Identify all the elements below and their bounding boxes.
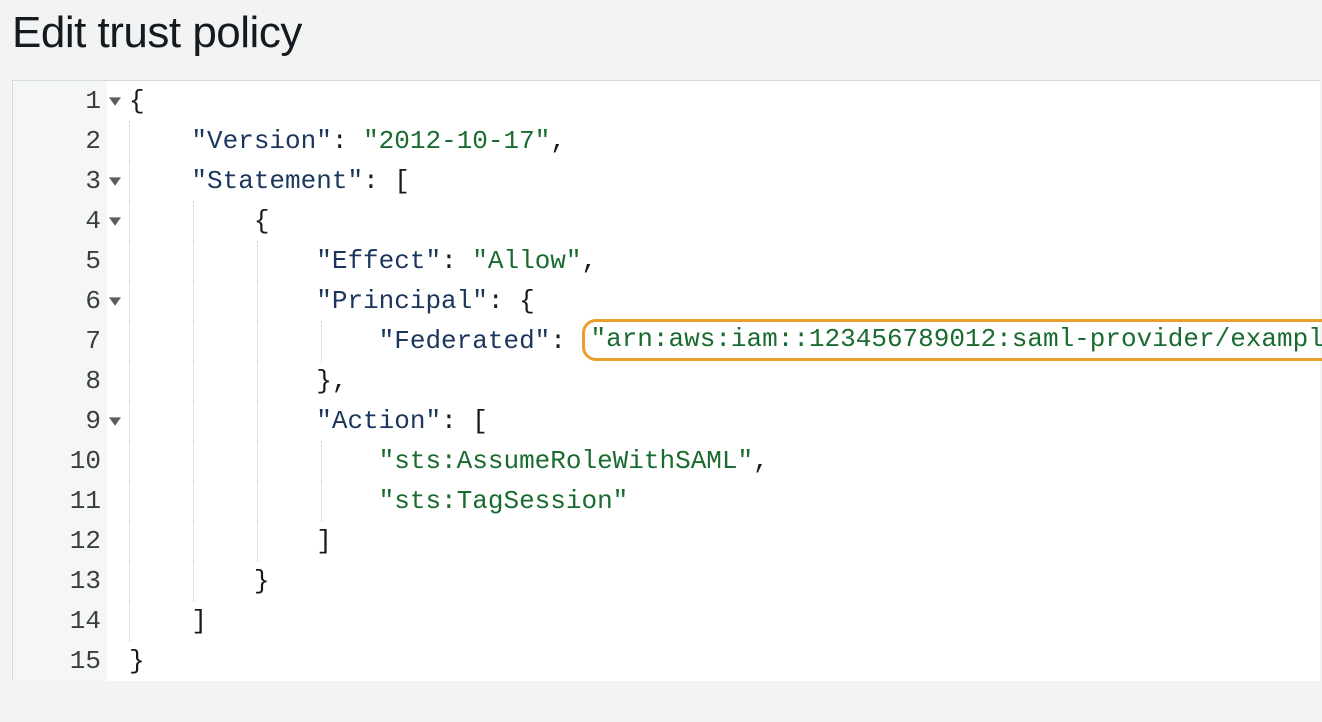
code-line[interactable]: 8 },: [13, 361, 1320, 401]
brace-close: }: [254, 566, 270, 596]
line-number: 9: [85, 401, 103, 441]
line-gutter: 4: [13, 201, 107, 241]
code-line[interactable]: 6 "Principal": {: [13, 281, 1320, 321]
code-content[interactable]: "Statement": [: [107, 161, 410, 201]
line-gutter: 13: [13, 561, 107, 601]
colon: :: [332, 126, 363, 156]
code-line[interactable]: 13 }: [13, 561, 1320, 601]
code-content[interactable]: }: [107, 641, 145, 681]
line-gutter: 14: [13, 601, 107, 641]
json-key: "Principal": [316, 286, 488, 316]
code-line[interactable]: 15 }: [13, 641, 1320, 681]
line-gutter: 6: [13, 281, 107, 321]
line-gutter: 5: [13, 241, 107, 281]
line-number: 10: [70, 441, 103, 481]
line-number: 2: [85, 121, 103, 161]
colon: :: [488, 286, 519, 316]
line-number: 4: [85, 201, 103, 241]
code-content[interactable]: "Action": [: [107, 401, 488, 441]
code-content[interactable]: {: [107, 81, 145, 121]
json-key: "Action": [316, 406, 441, 436]
line-number: 8: [85, 361, 103, 401]
line-number: 15: [70, 641, 103, 681]
line-number: 5: [85, 241, 103, 281]
code-line[interactable]: 12 ]: [13, 521, 1320, 561]
json-string: "Allow": [472, 246, 581, 276]
json-key: "Federated": [379, 326, 551, 356]
line-number: 11: [70, 481, 103, 521]
brace-open: {: [254, 206, 270, 236]
line-number: 6: [85, 281, 103, 321]
json-key: "Version": [191, 126, 331, 156]
line-number: 14: [70, 601, 103, 641]
json-string: "arn:aws:iam::123456789012:saml-provider…: [591, 324, 1322, 354]
line-gutter: 7: [13, 321, 107, 361]
json-string: "sts:TagSession": [379, 486, 629, 516]
code-line[interactable]: 7 "Federated": "arn:aws:iam::12345678901…: [13, 321, 1320, 361]
line-gutter: 2: [13, 121, 107, 161]
json-key: "Effect": [316, 246, 441, 276]
line-gutter: 10: [13, 441, 107, 481]
bracket-close: ]: [316, 526, 332, 556]
code-content[interactable]: "sts:TagSession": [107, 481, 628, 521]
colon: :: [550, 326, 581, 356]
code-content[interactable]: }: [107, 561, 269, 601]
brace-open: {: [519, 286, 535, 316]
colon: :: [441, 246, 472, 276]
colon: :: [363, 166, 394, 196]
code-line[interactable]: 4 {: [13, 201, 1320, 241]
code-content[interactable]: ]: [107, 521, 332, 561]
line-gutter: 8: [13, 361, 107, 401]
line-number: 12: [70, 521, 103, 561]
code-content[interactable]: "Federated": "arn:aws:iam::123456789012:…: [107, 321, 1322, 363]
code-content[interactable]: {: [107, 201, 269, 241]
code-line[interactable]: 2 "Version": "2012-10-17",: [13, 121, 1320, 161]
json-editor[interactable]: 1 { 2 "Version": "2012-10-17", 3 "Statem…: [12, 80, 1320, 681]
page-title: Edit trust policy: [12, 0, 1322, 80]
code-content[interactable]: "Effect": "Allow",: [107, 241, 597, 281]
brace-close: },: [316, 366, 347, 396]
comma: ,: [582, 246, 598, 276]
code-content[interactable]: },: [107, 361, 347, 401]
code-content[interactable]: "sts:AssumeRoleWithSAML",: [107, 441, 769, 481]
line-gutter: 3: [13, 161, 107, 201]
highlighted-value: "arn:aws:iam::123456789012:saml-provider…: [582, 319, 1322, 361]
code-content[interactable]: ]: [107, 601, 207, 641]
code-content[interactable]: "Version": "2012-10-17",: [107, 121, 566, 161]
line-gutter: 12: [13, 521, 107, 561]
line-gutter: 9: [13, 401, 107, 441]
line-number: 7: [85, 321, 103, 361]
line-gutter: 15: [13, 641, 107, 681]
code-content[interactable]: "Principal": {: [107, 281, 535, 321]
brace-close: }: [129, 646, 145, 676]
json-key: "Statement": [191, 166, 363, 196]
comma: ,: [753, 446, 769, 476]
line-gutter: 1: [13, 81, 107, 121]
code-line[interactable]: 5 "Effect": "Allow",: [13, 241, 1320, 281]
code-line[interactable]: 10 "sts:AssumeRoleWithSAML",: [13, 441, 1320, 481]
bracket-close: ]: [191, 606, 207, 636]
code-line[interactable]: 9 "Action": [: [13, 401, 1320, 441]
code-line[interactable]: 3 "Statement": [: [13, 161, 1320, 201]
comma: ,: [550, 126, 566, 156]
line-number: 13: [70, 561, 103, 601]
line-number: 3: [85, 161, 103, 201]
line-gutter: 11: [13, 481, 107, 521]
line-number: 1: [85, 81, 103, 121]
colon: :: [441, 406, 472, 436]
code-line[interactable]: 11 "sts:TagSession": [13, 481, 1320, 521]
brace-open: {: [129, 86, 145, 116]
code-line[interactable]: 1 {: [13, 81, 1320, 121]
json-string: "2012-10-17": [363, 126, 550, 156]
bracket-open: [: [394, 166, 410, 196]
code-line[interactable]: 14 ]: [13, 601, 1320, 641]
bracket-open: [: [472, 406, 488, 436]
json-string: "sts:AssumeRoleWithSAML": [379, 446, 753, 476]
